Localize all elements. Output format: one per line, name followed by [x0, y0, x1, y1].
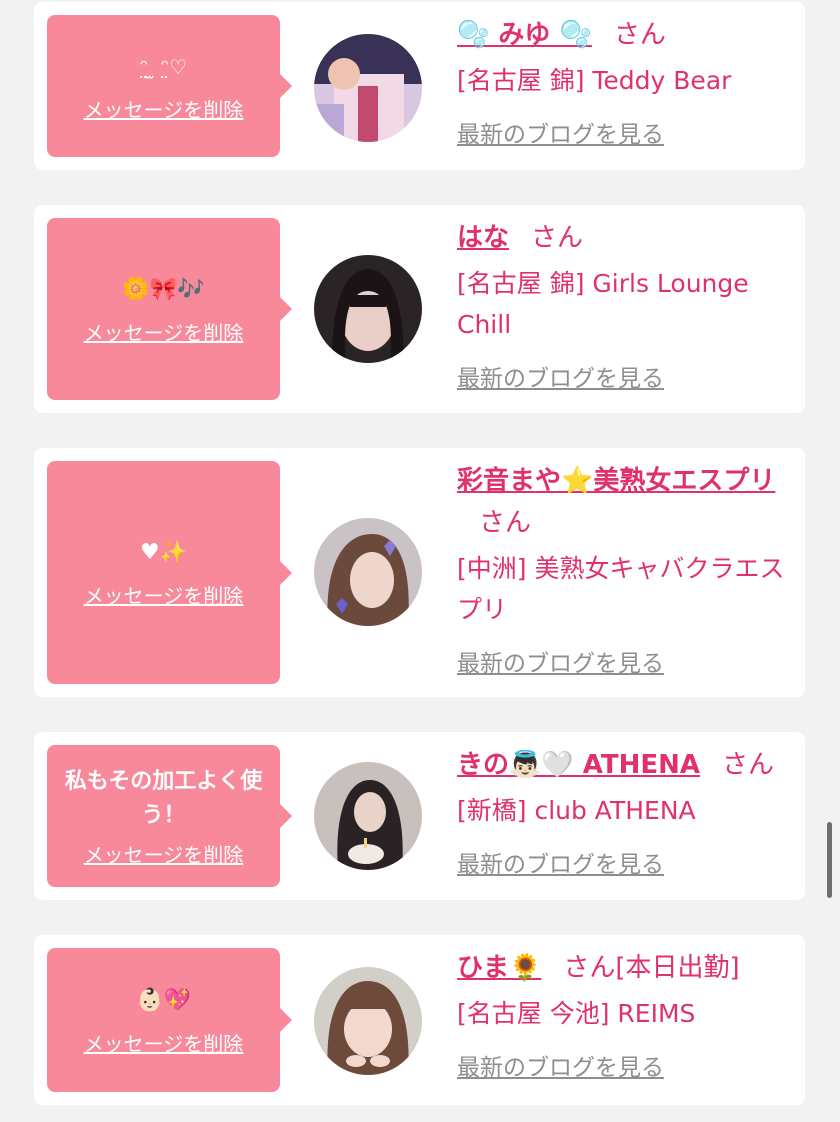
name-extra: [本日出勤]	[615, 953, 740, 983]
avatar-image	[314, 967, 422, 1075]
message-text: 👶🏻💖	[136, 987, 191, 1013]
san-suffix: さん	[613, 20, 666, 50]
san-suffix: さん	[563, 953, 616, 983]
shop-name: [名古屋 今池] REIMS	[457, 999, 696, 1028]
avatar-image	[314, 762, 422, 870]
avatar[interactable]	[314, 255, 422, 363]
avatar[interactable]	[314, 762, 422, 870]
latest-blog-link[interactable]: 最新のブログを見る	[457, 644, 664, 678]
scrollbar-thumb[interactable]	[827, 822, 832, 898]
cast-name-link[interactable]: きの👼🏻🤍 ATHENA	[457, 750, 700, 780]
latest-blog-link[interactable]: 最新のブログを見る	[457, 845, 664, 879]
message-text: 🌼🎀🎶	[122, 276, 205, 302]
message-card: 私もその加工よく使う！ メッセージを削除 きの👼🏻🤍 ATHENA さん [新橋]…	[34, 732, 805, 900]
shop-name: [中洲] 美熟女キャバクラエスプリ	[457, 554, 785, 624]
delete-message-link[interactable]: メッセージを削除	[84, 94, 244, 123]
cast-name-link[interactable]: はな	[457, 223, 509, 253]
avatar[interactable]	[314, 34, 422, 142]
message-card: ᵔ̤ ̫ ᵔ̤♡ メッセージを削除 🫧 みゆ 🫧 さん [名古屋 錦] Teddy…	[34, 2, 805, 170]
avatar-image	[314, 34, 422, 142]
delete-message-link[interactable]: メッセージを削除	[84, 317, 244, 346]
avatar[interactable]	[314, 967, 422, 1075]
shop-name: [新橋] club ATHENA	[457, 796, 696, 825]
cast-name-link[interactable]: ひま🌻	[457, 953, 541, 983]
name-line: 彩音まや⭐美熟女エスプリさん	[457, 460, 789, 544]
latest-blog-link[interactable]: 最新のブログを見る	[457, 1048, 664, 1082]
message-card: ♥✨ メッセージを削除 彩音まや⭐美熟女エスプリさん [中洲] 美熟女キャバクラ…	[34, 448, 805, 697]
avatar-image	[314, 255, 422, 363]
message-bubble: ᵔ̤ ̫ ᵔ̤♡ メッセージを削除	[47, 15, 292, 157]
delete-message-link[interactable]: メッセージを削除	[84, 1028, 244, 1057]
profile-info: 🫧 みゆ 🫧 さん [名古屋 錦] Teddy Bear 最新のブログを見る	[457, 14, 789, 149]
latest-blog-link[interactable]: 最新のブログを見る	[457, 359, 664, 393]
delete-message-link[interactable]: メッセージを削除	[84, 839, 244, 868]
name-line: ひま🌻 さん[本日出勤]	[457, 947, 789, 989]
profile-info: はな さん [名古屋 錦] Girls Lounge Chill 最新のブログを見…	[457, 217, 789, 393]
message-text: ♥✨	[139, 540, 188, 565]
san-suffix: さん	[479, 508, 532, 538]
cast-name-link[interactable]: 🫧 みゆ 🫧	[457, 20, 592, 50]
name-line: 🫧 みゆ 🫧 さん	[457, 14, 789, 56]
cast-name-link[interactable]: 彩音まや⭐美熟女エスプリ	[457, 466, 775, 496]
message-bubble: 🌼🎀🎶 メッセージを削除	[47, 218, 292, 400]
profile-info: 彩音まや⭐美熟女エスプリさん [中洲] 美熟女キャバクラエスプリ 最新のブログを…	[457, 460, 789, 678]
name-line: はな さん	[457, 217, 789, 259]
message-bubble: 👶🏻💖 メッセージを削除	[47, 948, 292, 1092]
message-text: ᵔ̤ ̫ ᵔ̤♡	[139, 54, 188, 79]
delete-message-link[interactable]: メッセージを削除	[84, 580, 244, 609]
shop-name: [名古屋 錦] Teddy Bear	[457, 66, 732, 95]
profile-info: ひま🌻 さん[本日出勤] [名古屋 今池] REIMS 最新のブログを見る	[457, 947, 789, 1082]
message-bubble: 私もその加工よく使う！ メッセージを削除	[47, 745, 292, 887]
san-suffix: さん	[531, 223, 584, 253]
message-card: 🌼🎀🎶 メッセージを削除 はな さん [名古屋 錦] Girls Lounge C…	[34, 205, 805, 413]
avatar-image	[314, 518, 422, 626]
message-card: 👶🏻💖 メッセージを削除 ひま🌻 さん[本日出勤] [名古屋 今池] REIMS …	[34, 935, 805, 1105]
message-text: 私もその加工よく使う！	[64, 768, 263, 828]
san-suffix: さん	[722, 750, 775, 780]
message-bubble: ♥✨ メッセージを削除	[47, 461, 292, 684]
shop-name: [名古屋 錦] Girls Lounge Chill	[457, 269, 749, 339]
latest-blog-link[interactable]: 最新のブログを見る	[457, 115, 664, 149]
profile-info: きの👼🏻🤍 ATHENA さん [新橋] club ATHENA 最新のブログを見…	[457, 744, 789, 879]
name-line: きの👼🏻🤍 ATHENA さん	[457, 744, 789, 786]
avatar[interactable]	[314, 518, 422, 626]
